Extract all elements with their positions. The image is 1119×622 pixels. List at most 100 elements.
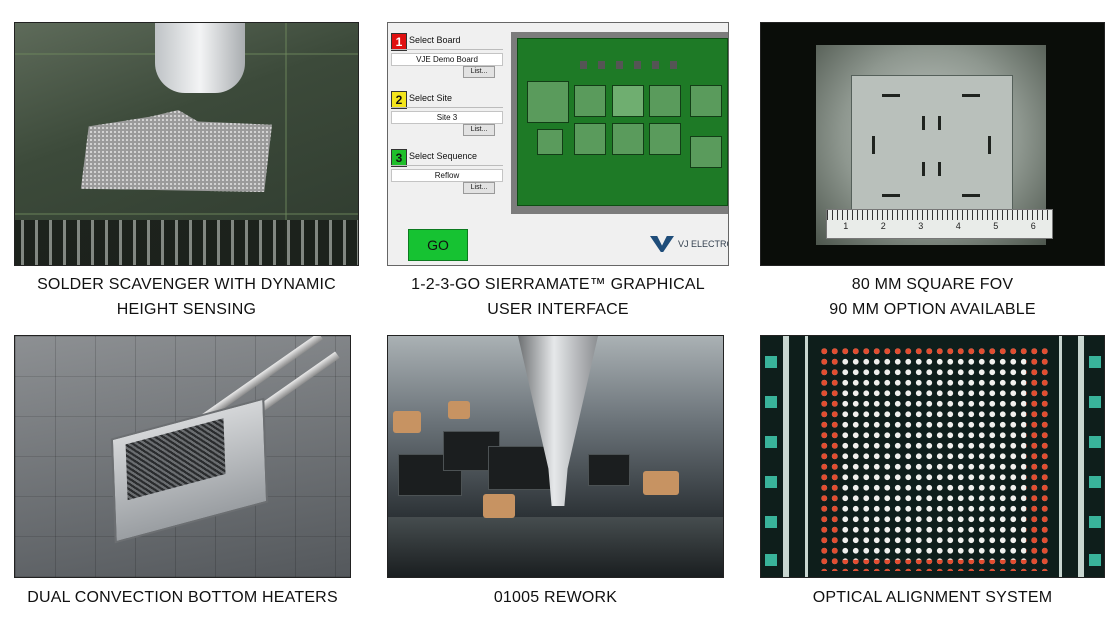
component-marker	[580, 61, 587, 69]
alignment-mark	[962, 194, 980, 197]
ruler-number: 2	[880, 221, 886, 231]
site-field[interactable]: Site 3	[391, 111, 503, 124]
ruler-number: 6	[1030, 221, 1036, 231]
pad-marker	[765, 516, 777, 528]
ruler-number: 4	[955, 221, 961, 231]
solder-pad-area	[80, 110, 272, 192]
capacitor	[483, 494, 515, 518]
sequence-field[interactable]: Reflow	[391, 169, 503, 182]
site-box-selected[interactable]	[612, 85, 644, 117]
alignment-band	[1059, 336, 1062, 577]
ruler-number: 3	[918, 221, 924, 231]
pad-marker	[765, 554, 777, 566]
vj-electronix-logo: VJ ELECTRON	[650, 234, 728, 256]
divider	[391, 165, 503, 166]
component-marker	[616, 61, 623, 69]
alignment-band	[805, 336, 808, 577]
alignment-mark	[938, 116, 941, 130]
caption-line: 90 MM OPTION AVAILABLE	[829, 301, 1036, 318]
logo-text: VJ ELECTRON	[678, 239, 728, 249]
component-marker	[598, 61, 605, 69]
ruler-number: 5	[993, 221, 999, 231]
pad-marker	[765, 436, 777, 448]
caption-gui: 1-2-3-GO SIERRAMATE™ GRAPHICAL USER INTE…	[387, 272, 729, 322]
heater-mesh	[125, 418, 226, 501]
caption-rework: 01005 REWORK	[387, 585, 724, 610]
site-box[interactable]	[649, 85, 681, 117]
bottom-heaters-photo	[14, 335, 351, 578]
ruler-numbers: 1 2 3 4 5 6	[827, 221, 1052, 231]
caption-line: HEIGHT SENSING	[116, 301, 257, 318]
alignment-mark	[922, 116, 925, 130]
vj-logo-icon	[650, 236, 674, 252]
solder-scavenger-photo	[14, 22, 359, 266]
site-box[interactable]	[690, 85, 722, 117]
site-list-button[interactable]: List...	[463, 124, 495, 136]
board-list-button[interactable]: List...	[463, 66, 495, 78]
ruler-ticks	[827, 210, 1052, 220]
pad-marker	[1089, 356, 1101, 368]
pad-marker	[765, 396, 777, 408]
pad-marker	[1089, 516, 1101, 528]
pad-marker	[765, 476, 777, 488]
board-map-panel	[511, 32, 728, 214]
socket-center	[851, 75, 1013, 217]
caption-line: SOLDER SCAVENGER WITH DYNAMIC	[37, 276, 336, 293]
capacitor	[393, 411, 421, 433]
rework-01005-photo	[387, 335, 724, 578]
caption-line: 80 MM SQUARE FOV	[851, 276, 1014, 293]
caption-heaters: DUAL CONVECTION BOTTOM HEATERS	[14, 585, 351, 610]
board-field[interactable]: VJE Demo Board	[391, 53, 503, 66]
pad-marker	[1089, 396, 1101, 408]
step-title: Select Site	[409, 93, 453, 103]
site-box[interactable]	[612, 123, 644, 155]
sequence-list-button[interactable]: List...	[463, 182, 495, 194]
component-marker	[670, 61, 677, 69]
alignment-mark	[938, 162, 941, 176]
pad-marker	[1089, 476, 1101, 488]
caption-fov: 80 MM SQUARE FOV 90 MM OPTION AVAILABLE	[760, 272, 1105, 322]
step-title: Select Board	[409, 35, 461, 45]
divider	[391, 49, 503, 50]
caption-line: 01005 REWORK	[493, 589, 618, 606]
alignment-mark	[988, 136, 991, 154]
capacitor	[448, 401, 470, 419]
component-marker	[634, 61, 641, 69]
ic-component	[588, 454, 630, 486]
pad-marker	[1089, 554, 1101, 566]
site-box[interactable]	[574, 123, 606, 155]
component-marker	[652, 61, 659, 69]
site-box[interactable]	[537, 129, 563, 155]
alignment-band	[783, 336, 789, 577]
scavenger-nozzle	[155, 23, 245, 93]
step-title: Select Sequence	[409, 151, 478, 161]
caption-line: DUAL CONVECTION BOTTOM HEATERS	[27, 589, 338, 606]
alignment-mark	[882, 194, 900, 197]
go-button[interactable]: GO	[408, 229, 468, 261]
caption-optical: OPTICAL ALIGNMENT SYSTEM	[760, 585, 1105, 610]
alignment-band	[1078, 336, 1084, 577]
board-map	[517, 38, 728, 206]
measurement-ruler: 1 2 3 4 5 6	[826, 209, 1053, 239]
optical-alignment-photo	[760, 335, 1105, 578]
heatsink-fins	[15, 220, 358, 265]
alignment-mark	[922, 162, 925, 176]
site-box[interactable]	[574, 85, 606, 117]
square-fov-photo: 1 2 3 4 5 6	[760, 22, 1105, 266]
caption-line: USER INTERFACE	[487, 301, 629, 318]
bga-ball-array	[819, 346, 1049, 571]
caption-line: 1-2-3-GO SIERRAMATE™ GRAPHICAL	[411, 276, 705, 293]
caption-solder-scavenger: SOLDER SCAVENGER WITH DYNAMIC HEIGHT SEN…	[14, 272, 359, 322]
alignment-mark	[962, 94, 980, 97]
pad-marker	[1089, 436, 1101, 448]
sierramate-gui-screenshot: 1 Select Board VJE Demo Board List... 2 …	[387, 22, 729, 266]
site-box[interactable]	[690, 136, 722, 168]
ruler-number: 1	[843, 221, 849, 231]
pad-marker	[765, 356, 777, 368]
capacitor	[643, 471, 679, 495]
caption-line: OPTICAL ALIGNMENT SYSTEM	[812, 589, 1053, 606]
site-box[interactable]	[527, 81, 569, 123]
pcb-surface	[388, 517, 723, 577]
alignment-mark	[872, 136, 875, 154]
site-box[interactable]	[649, 123, 681, 155]
